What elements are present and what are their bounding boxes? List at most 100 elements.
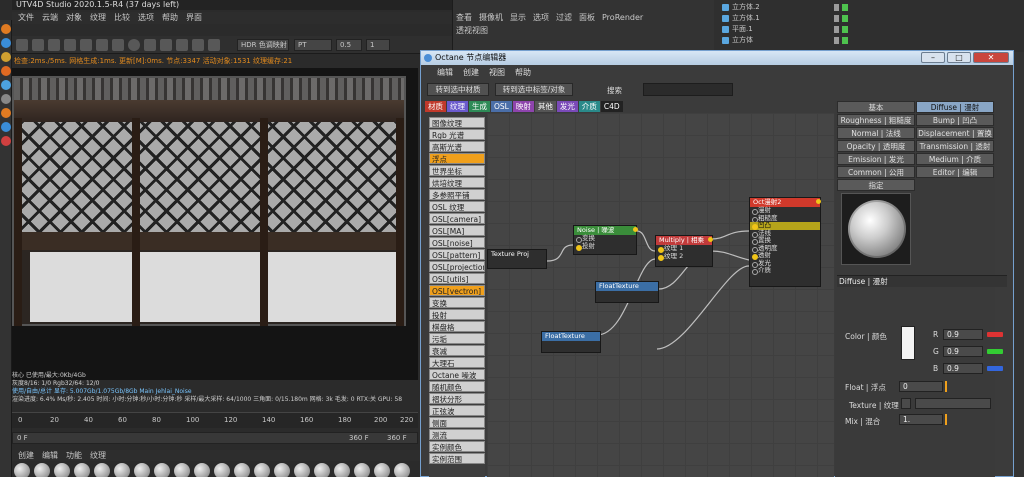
frame-range[interactable]: 0 F 360 F 360 F xyxy=(12,432,418,444)
cat-material[interactable]: 材质 xyxy=(425,101,446,112)
lock-icon[interactable] xyxy=(80,39,92,51)
spline-tool-icon[interactable] xyxy=(1,108,11,118)
property-tab[interactable]: Bump | 凹凸 xyxy=(916,114,994,126)
output-pin[interactable] xyxy=(633,227,638,232)
vp-menu-camera[interactable]: 摄像机 xyxy=(479,12,503,24)
node-type-item[interactable]: 实例颜色 xyxy=(429,441,485,452)
focus-icon[interactable] xyxy=(176,39,188,51)
select-tool-icon[interactable] xyxy=(1,38,11,48)
node-type-item[interactable]: 浮点 xyxy=(429,153,485,164)
multiply-node[interactable]: Multiply | 相乘 纹理 1 纹理 2 xyxy=(655,235,713,267)
goto-material-button[interactable]: 转到选中材质 xyxy=(427,83,489,96)
node-type-item[interactable]: OSL[noise] xyxy=(429,237,485,248)
end-frame[interactable]: 360 F xyxy=(349,434,369,442)
g-field[interactable]: 0.9 xyxy=(943,346,983,357)
light-tool-icon[interactable] xyxy=(1,52,11,62)
minimize-icon[interactable]: – xyxy=(921,52,945,63)
pick-icon[interactable] xyxy=(160,39,172,51)
count-field[interactable]: 1 xyxy=(366,39,390,51)
texture-proj-node[interactable]: Texture Proj xyxy=(487,249,547,269)
object-row[interactable]: 立方体.2 xyxy=(722,2,858,12)
goto-tag-button[interactable]: 转到选中标签/对象 xyxy=(495,83,573,96)
cat-mapping[interactable]: 映射 xyxy=(512,101,534,112)
octane-menu-help[interactable]: 帮助 xyxy=(515,67,531,79)
b-field[interactable]: 0.9 xyxy=(943,363,983,374)
menu-compare[interactable]: 比较 xyxy=(114,12,130,24)
menu-objects[interactable]: 对象 xyxy=(66,12,82,24)
property-tab[interactable]: Medium | 介质 xyxy=(916,153,994,165)
node-input[interactable]: 介质 xyxy=(750,266,820,275)
timeline-ruler[interactable]: 0 20 40 60 80 100 120 140 160 180 200 22… xyxy=(12,412,418,428)
node-type-item[interactable]: 测流 xyxy=(429,429,485,440)
node-type-item[interactable]: OSL[utils] xyxy=(429,273,485,284)
material-swatch[interactable] xyxy=(154,463,170,477)
render-tool-icon[interactable] xyxy=(1,136,11,146)
material-swatch[interactable] xyxy=(334,463,350,477)
node-type-item[interactable]: 多参照平铺 xyxy=(429,189,485,200)
node-type-item[interactable]: 世界坐标 xyxy=(429,165,485,176)
menu-textures[interactable]: 纹理 xyxy=(90,12,106,24)
material-swatch[interactable] xyxy=(14,463,30,477)
output-pin[interactable] xyxy=(816,199,821,204)
node-type-item[interactable]: OSL[vectron] xyxy=(429,285,485,296)
float-field[interactable]: 0 xyxy=(899,381,943,392)
vp-menu-prorender[interactable]: ProRender xyxy=(602,12,643,24)
object-row[interactable]: 平面.1 xyxy=(722,24,858,34)
texture-slot[interactable] xyxy=(915,398,991,409)
r-field[interactable]: 0.9 xyxy=(943,329,983,340)
material-swatch[interactable] xyxy=(374,463,390,477)
cat-osl[interactable]: OSL xyxy=(491,101,512,112)
cat-texture[interactable]: 纹理 xyxy=(447,101,468,112)
material-swatch[interactable] xyxy=(134,463,150,477)
chat-icon[interactable] xyxy=(208,39,220,51)
vp-menu-display[interactable]: 显示 xyxy=(510,12,526,24)
node-type-item[interactable]: 褶状分形 xyxy=(429,393,485,404)
grid-tool-icon[interactable] xyxy=(1,94,11,104)
node-type-item[interactable]: OSL[MA] xyxy=(429,225,485,236)
move-tool-icon[interactable] xyxy=(1,24,11,34)
stop-icon[interactable] xyxy=(64,39,76,51)
property-tab[interactable]: Opacity | 透明度 xyxy=(837,140,915,152)
node-type-item[interactable]: 烘培纹理 xyxy=(429,177,485,188)
material-swatch[interactable] xyxy=(94,463,110,477)
node-type-item[interactable]: 正弦波 xyxy=(429,405,485,416)
node-canvas[interactable]: Texture Proj Noise | 噪波 变换 投射 Multiply |… xyxy=(487,113,834,477)
node-input[interactable]: 纹理 2 xyxy=(656,252,712,260)
octane-menu-edit[interactable]: 编辑 xyxy=(437,67,453,79)
node-type-item[interactable]: 污垢 xyxy=(429,333,485,344)
search-input[interactable] xyxy=(643,83,733,96)
copy-icon[interactable] xyxy=(112,39,124,51)
node-type-item[interactable]: OSL[pattern] xyxy=(429,249,485,260)
mat-menu-create[interactable]: 创建 xyxy=(18,450,34,461)
cat-generate[interactable]: 生成 xyxy=(469,101,490,112)
float-slider[interactable] xyxy=(945,381,947,392)
b-slider[interactable] xyxy=(987,366,1003,371)
property-tab[interactable]: Common | 公用 xyxy=(837,166,915,178)
mat-menu-texture[interactable]: 纹理 xyxy=(90,450,106,461)
material-swatch[interactable] xyxy=(254,463,270,477)
mix-slider[interactable] xyxy=(945,414,947,425)
node-type-item[interactable]: OSL 纹理 xyxy=(429,201,485,212)
property-tab[interactable]: Displacement | 置换 xyxy=(916,127,994,139)
property-tab[interactable]: Diffuse | 漫射 xyxy=(916,101,994,113)
cat-emission[interactable]: 发光 xyxy=(556,101,578,112)
material-swatch[interactable] xyxy=(294,463,310,477)
material-swatch[interactable] xyxy=(214,463,230,477)
zoom-field[interactable]: 0.5 xyxy=(336,39,362,51)
g-slider[interactable] xyxy=(987,349,1003,354)
mix-field[interactable]: 1. xyxy=(899,414,943,425)
settings-icon[interactable] xyxy=(128,39,140,51)
menu-file[interactable]: 文件 xyxy=(18,12,34,24)
material-swatch[interactable] xyxy=(194,463,210,477)
close-icon[interactable]: ✕ xyxy=(973,52,1009,63)
cat-other[interactable]: 其他 xyxy=(534,101,556,112)
end-frame-2[interactable]: 360 F xyxy=(387,434,407,442)
vp-menu-options[interactable]: 选项 xyxy=(533,12,549,24)
octane-menu-create[interactable]: 创建 xyxy=(463,67,479,79)
object-row[interactable]: 立方体.1 xyxy=(722,13,858,23)
menu-help[interactable]: 帮助 xyxy=(162,12,178,24)
maximize-icon[interactable]: □ xyxy=(947,52,971,63)
visibility-checks[interactable] xyxy=(834,25,858,33)
node-type-item[interactable]: Rgb 光谱 xyxy=(429,129,485,140)
material-swatch[interactable] xyxy=(234,463,250,477)
